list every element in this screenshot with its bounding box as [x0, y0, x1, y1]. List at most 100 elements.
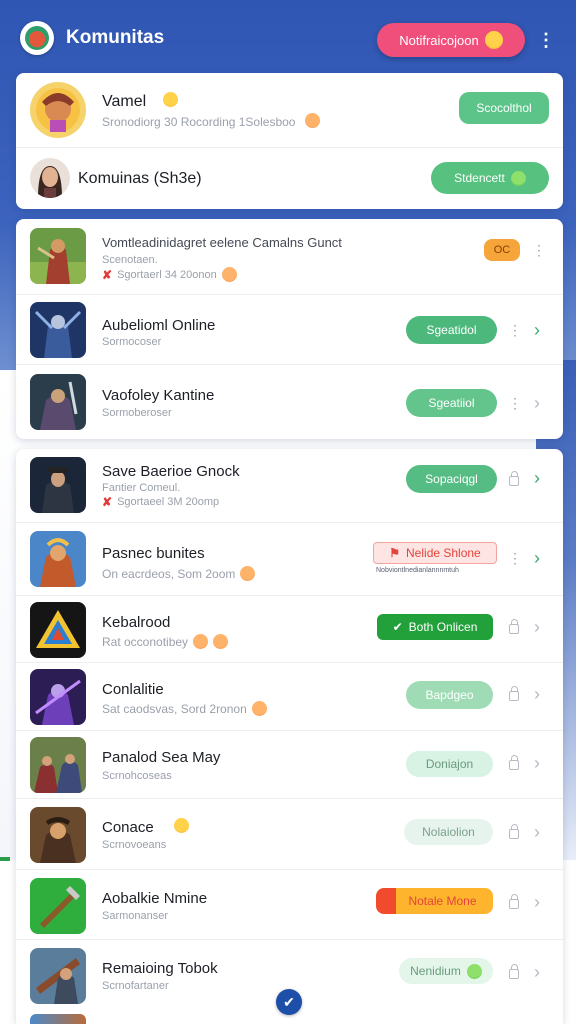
check-badge-icon[interactable]: ✔ — [276, 989, 302, 1015]
profile-row[interactable]: Komuinas (Sh3e) Stdencett — [16, 148, 563, 209]
game-status-caption: Nobviontlnedianlannnmtuh — [376, 567, 459, 574]
lock-icon — [509, 686, 519, 701]
more-options-icon[interactable]: ⋮ — [537, 30, 555, 50]
game-thumbnail — [30, 669, 86, 725]
app-logo[interactable] — [20, 21, 54, 55]
logo-icon — [25, 26, 49, 50]
notification-button[interactable]: Notifraicojoon — [377, 23, 525, 57]
smiley-icon — [484, 31, 503, 49]
profile-action-label: Stdencett — [454, 171, 505, 185]
profile-action-button[interactable]: Stdencett — [431, 162, 549, 194]
profiles-card: Vamel Sronodiorg 30 Rocording 1Solesboo … — [16, 73, 563, 209]
game-action-button[interactable]: Nenidium — [399, 958, 493, 984]
game-row[interactable]: Pasnec bunites On eacrdeos, Som 2oom ⚑ N… — [16, 523, 563, 596]
game-subtitle: Fantier Comeul. — [102, 482, 181, 494]
game-row[interactable]: Vaofoley Kantine Sormoberoser Sgeatiiol … — [16, 365, 563, 439]
game-row[interactable]: Aubelioml Online Sormocoser Sgeatidol ⋮ … — [16, 295, 563, 365]
chevron-right-icon[interactable]: › — [531, 893, 543, 911]
game-action-label: Sgeatiiol — [428, 396, 475, 410]
profile-action-label: Scocolthol — [476, 101, 532, 115]
smiley-icon — [221, 267, 237, 282]
chevron-right-icon[interactable]: › — [531, 394, 543, 412]
game-action-label: Bapdgeo — [425, 688, 474, 702]
games-card-primary: Vomtleadinidagret eelene Camalns Gunct S… — [16, 219, 563, 439]
chevron-right-icon[interactable]: › — [531, 618, 543, 636]
game-title: Panalod Sea May — [102, 749, 221, 766]
game-meta: ✘ Sgortaerl 34 20onon — [102, 267, 237, 282]
game-action-button[interactable]: Sgeatidol — [406, 316, 497, 344]
more-icon[interactable]: ⋮ — [508, 323, 522, 337]
smiley-icon — [193, 634, 209, 649]
game-subtitle: Scrnofartaner — [102, 980, 169, 992]
warning-icon: ⚑ — [389, 546, 401, 560]
game-badge[interactable]: OC — [484, 239, 520, 261]
game-row[interactable]: Save Baerioe Gnock Fantier Comeul. ✘ Sgo… — [16, 449, 563, 523]
game-thumbnail — [30, 228, 86, 284]
game-subtitle: Scenotaen. — [102, 254, 158, 266]
game-row[interactable]: Conlalitie Sat caodsvas, Sord 2ronon Bap… — [16, 663, 563, 731]
more-icon[interactable]: ⋮ — [532, 243, 546, 257]
game-status-label: Notale Mone — [408, 894, 477, 908]
chevron-right-icon[interactable]: › — [531, 321, 543, 339]
games-card-list: Save Baerioe Gnock Fantier Comeul. ✘ Sgo… — [16, 449, 563, 1024]
game-meta: Sat caodsvas, Sord 2ronon — [102, 701, 267, 716]
game-subtitle: Scrnohcoseas — [102, 770, 172, 782]
game-action-label: Sgeatidol — [426, 323, 477, 337]
game-action-button[interactable]: Bapdgeo — [406, 681, 493, 709]
game-row[interactable]: Kebalrood Rat occonotibey ✔ Both Onlicen… — [16, 596, 563, 663]
game-subtitle: Sat caodsvas, Sord 2ronon — [102, 701, 247, 716]
profile-subtitle: Sronodiorg 30 Rocording 1Solesboo — [102, 115, 296, 129]
game-title: Vaofoley Kantine — [102, 387, 215, 404]
game-action-button[interactable]: Doniajon — [406, 751, 493, 777]
game-thumbnail — [30, 374, 86, 430]
game-meta-text: Sgortaerl 34 20onon — [117, 268, 217, 281]
edge-accent — [0, 857, 10, 861]
game-thumbnail — [30, 457, 86, 513]
chevron-right-icon[interactable]: › — [531, 469, 543, 487]
more-icon[interactable]: ⋮ — [508, 396, 522, 410]
smiley-icon — [240, 566, 256, 581]
game-status-tag[interactable]: Notale Mone — [376, 888, 493, 914]
game-title: Conace — [102, 819, 154, 836]
lock-icon — [509, 894, 519, 909]
lock-icon — [509, 824, 519, 839]
game-action-label: Doniajon — [425, 757, 474, 771]
smiley-icon — [510, 170, 526, 186]
profile-row[interactable]: Vamel Sronodiorg 30 Rocording 1Solesboo … — [16, 73, 563, 148]
chevron-right-icon[interactable]: › — [531, 754, 543, 772]
game-status-tag[interactable]: ⚑ Nelide Shlone — [373, 542, 497, 564]
game-row[interactable]: Panalod Sea May Scrnohcoseas Doniajon › — [16, 731, 563, 799]
game-subtitle: On eacrdeos, Som 2oom — [102, 566, 236, 581]
game-subtitle: Sormoberoser — [102, 407, 172, 419]
x-icon: ✘ — [102, 267, 113, 282]
game-action-button[interactable]: ✔ Both Onlicen — [377, 614, 493, 640]
game-action-button[interactable]: Sgeatiiol — [406, 389, 497, 417]
game-status-label: Nelide Shlone — [406, 546, 481, 560]
chevron-right-icon[interactable]: › — [531, 549, 543, 567]
chevron-right-icon[interactable]: › — [531, 963, 543, 981]
lock-icon — [509, 964, 519, 979]
game-row[interactable]: Conace Scrnovoeans Nolaiolion › — [16, 799, 563, 870]
game-subtitle: Rat occonotibey — [102, 634, 189, 649]
profile-action-button[interactable]: Scocolthol — [459, 92, 549, 124]
game-row[interactable]: Aobalkie Nmine Sarmonanser Notale Mone › — [16, 870, 563, 940]
chevron-right-icon[interactable]: › — [531, 685, 543, 703]
game-title: Vomtleadinidagret eelene Camalns Gunct — [102, 235, 342, 250]
smiley-icon — [305, 113, 320, 128]
avatar — [30, 158, 70, 198]
game-action-button[interactable]: Sopaciqgl — [406, 465, 497, 493]
game-meta: On eacrdeos, Som 2oom — [102, 566, 256, 581]
game-action-button[interactable]: Nolaiolion — [404, 819, 493, 845]
game-thumbnail — [30, 602, 86, 658]
game-row[interactable]: Vomtleadinidagret eelene Camalns Gunct S… — [16, 219, 563, 295]
profile-name: Komuinas (Sh3e) — [78, 170, 202, 187]
game-action-label: Nenidium — [410, 964, 461, 978]
game-badge-label: OC — [493, 244, 511, 256]
more-icon[interactable]: ⋮ — [508, 551, 522, 565]
chevron-right-icon[interactable]: › — [531, 823, 543, 841]
smiley-icon — [213, 634, 229, 649]
smiley-icon — [466, 963, 482, 979]
next-game-thumbnail — [30, 1014, 86, 1024]
smiley-icon — [174, 818, 189, 833]
game-action-label: Sopaciqgl — [425, 472, 478, 486]
